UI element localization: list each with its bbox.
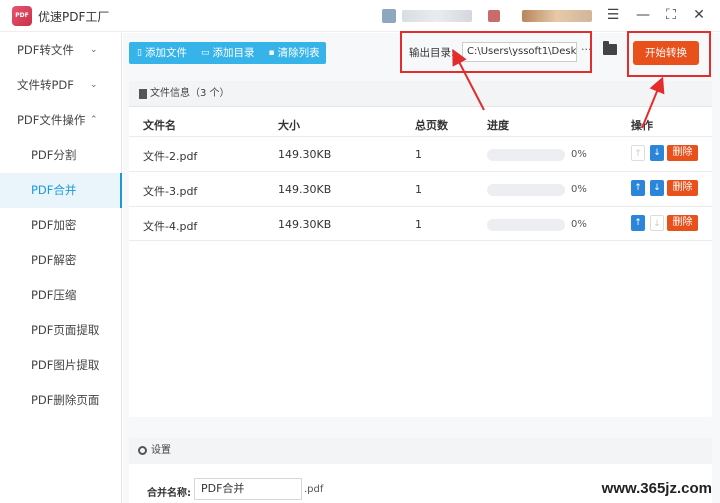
merge-name-label: 合并名称: [147,488,191,499]
sidebar-item-label: PDF文件操作 [17,113,86,127]
sidebar-item-pdf-encrypt[interactable]: PDF加密 [0,208,122,243]
sidebar-item-label: PDF图片提取 [31,358,100,372]
settings-title: 设置 [151,445,171,456]
sidebar-item-label: PDF页面提取 [31,323,100,337]
sidebar-item-pdf-decrypt[interactable]: PDF解密 [0,243,122,278]
col-header-pages: 总页数 [415,119,448,132]
minimize-icon[interactable]: — [632,4,654,26]
menu-icon[interactable]: ☰ [602,4,624,26]
file-size: 149.30KB [278,148,332,161]
sidebar-item-pdf-image-extract[interactable]: PDF图片提取 [0,348,122,383]
document-icon [139,89,147,99]
add-dir-button[interactable]: ▭ 添加目录 [193,42,261,64]
sidebar-item-label: PDF加密 [31,218,77,232]
move-up-icon[interactable]: ↑ [631,215,645,231]
sidebar: PDF转文件 ⌄ 文件转PDF ⌄ PDF文件操作 ⌃ PDF分割 PDF合并 … [0,33,122,503]
output-dir-input[interactable]: C:\Users\yssoft1\Deskto [462,42,577,62]
close-icon[interactable]: ✕ [688,4,710,26]
sidebar-item-label: PDF转文件 [17,43,74,57]
title-bar: PDF 优速PDF工厂 ☰ — ⛶ ✕ [0,0,720,32]
clear-list-button[interactable]: ▪ 清除列表 [260,42,325,64]
file-name: 文件-2.pdf [143,150,198,163]
clear-list-label: 清除列表 [277,47,320,59]
sidebar-item-pdf-split[interactable]: PDF分割 [0,138,122,173]
move-up-icon[interactable]: ↑ [631,145,645,161]
sidebar-item-file-to-pdf[interactable]: 文件转PDF ⌄ [0,68,122,103]
file-name: 文件-4.pdf [143,220,198,233]
progress-bar [487,149,565,161]
move-down-icon[interactable]: ↓ [650,145,664,161]
file-panel: 文件信息（3 个） 文件名 大小 总页数 进度 操作 文件-2.pdf 149.… [129,81,712,417]
gear-icon [138,446,147,455]
table-row: 文件-4.pdf 149.30KB 1 0% ↑ ↓ 删除 [129,206,712,241]
chevron-down-icon: ⌄ [90,45,98,55]
file-add-icon: ▯ [137,48,142,58]
maximize-icon[interactable]: ⛶ [660,4,682,26]
sidebar-item-label: PDF分割 [31,148,77,162]
delete-button[interactable]: 删除 [667,215,698,231]
col-header-progress: 进度 [487,119,509,132]
add-file-button[interactable]: ▯ 添加文件 [129,42,193,64]
toolbar: ▯ 添加文件 ▭ 添加目录 ▪ 清除列表 [129,42,326,64]
file-name: 文件-3.pdf [143,185,198,198]
chevron-down-icon: ⌄ [90,80,98,90]
app-logo: PDF [12,6,32,26]
sidebar-item-pdf-operations[interactable]: PDF文件操作 ⌃ [0,103,122,138]
merge-name-input[interactable]: PDF合并 [194,478,302,500]
sidebar-item-label: 文件转PDF [17,78,74,92]
move-down-icon[interactable]: ↓ [650,180,664,196]
progress-bar [487,219,565,231]
trash-icon: ▪ [268,48,275,58]
delete-button[interactable]: 删除 [667,180,698,196]
watermark: www.365jz.com [601,480,712,497]
sidebar-item-pdf-delete-pages[interactable]: PDF删除页面 [0,383,122,418]
file-pages: 1 [415,218,422,231]
redacted-avatar-2 [488,10,500,22]
file-panel-header: 文件信息（3 个） [129,81,712,107]
add-file-label: 添加文件 [144,47,187,59]
app-title: 优速PDF工厂 [38,10,110,24]
main-area: ▯ 添加文件 ▭ 添加目录 ▪ 清除列表 输出目录: C:\Users\ysso… [123,31,720,503]
col-header-size: 大小 [278,119,300,132]
folder-add-icon: ▭ [200,48,210,58]
sidebar-item-label: PDF删除页面 [31,393,100,407]
delete-button[interactable]: 删除 [667,145,698,161]
sidebar-item-pdf-compress[interactable]: PDF压缩 [0,278,122,313]
start-convert-button[interactable]: 开始转换 [633,41,699,65]
move-down-icon[interactable]: ↓ [650,215,664,231]
sidebar-item-pdf-to-file[interactable]: PDF转文件 ⌄ [0,33,122,68]
file-count-label: 文件信息（3 个） [150,88,230,99]
browse-dots-button[interactable]: ··· [581,43,592,56]
sidebar-item-pdf-page-extract[interactable]: PDF页面提取 [0,313,122,348]
progress-percent: 0% [571,184,587,195]
sidebar-item-label: PDF压缩 [31,288,77,302]
output-dir-label: 输出目录: [409,47,455,59]
settings-header: 设置 [129,438,712,464]
progress-percent: 0% [571,219,587,230]
table-row: 文件-2.pdf 149.30KB 1 0% ↑ ↓ 删除 [129,136,712,171]
col-header-name: 文件名 [143,119,176,132]
redacted-avatar [382,9,396,23]
move-up-icon[interactable]: ↑ [631,180,645,196]
redacted-info [402,10,472,22]
folder-icon[interactable] [603,41,617,55]
sidebar-item-label: PDF合并 [31,183,77,197]
chevron-up-icon: ⌃ [90,115,98,125]
sidebar-item-label: PDF解密 [31,253,77,267]
add-dir-label: 添加目录 [212,47,255,59]
file-pages: 1 [415,148,422,161]
file-size: 149.30KB [278,183,332,196]
progress-bar [487,184,565,196]
redacted-info-2 [522,10,592,22]
file-size: 149.30KB [278,218,332,231]
file-pages: 1 [415,183,422,196]
col-header-actions: 操作 [631,119,653,132]
merge-ext-label: .pdf [304,484,324,495]
table-row: 文件-3.pdf 149.30KB 1 0% ↑ ↓ 删除 [129,171,712,206]
sidebar-item-pdf-merge[interactable]: PDF合并 [0,173,122,208]
progress-percent: 0% [571,149,587,160]
